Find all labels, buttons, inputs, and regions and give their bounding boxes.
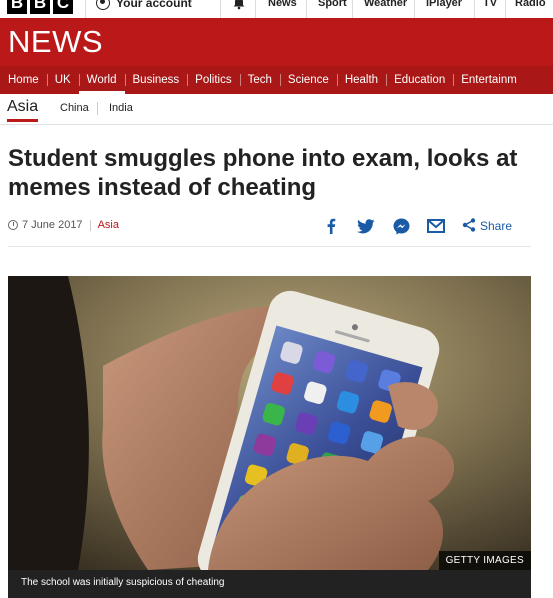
- share-button[interactable]: Share: [462, 217, 513, 235]
- messenger-icon[interactable]: [390, 215, 412, 237]
- subnav-divider: [97, 102, 98, 115]
- image-credit: GETTY IMAGES: [438, 551, 531, 570]
- meta-divider-line: [8, 246, 531, 247]
- article-headline: Student smuggles phone into exam, looks …: [8, 145, 518, 201]
- subnav-current-asia[interactable]: Asia: [7, 98, 39, 122]
- top-nav-weather[interactable]: Weather: [364, 0, 407, 9]
- top-divider: [306, 0, 307, 18]
- article-image: GETTY IMAGES: [8, 276, 531, 570]
- top-nav-radio[interactable]: Radio: [515, 0, 546, 9]
- top-divider: [85, 0, 86, 18]
- news-banner: NEWS: [0, 18, 553, 66]
- nav-item-science[interactable]: Science: [279, 66, 337, 94]
- share-tools: Share: [320, 215, 512, 237]
- top-divider: [505, 0, 506, 18]
- top-nav-tv[interactable]: TV: [483, 0, 497, 9]
- twitter-icon[interactable]: [355, 215, 377, 237]
- top-divider: [220, 0, 221, 18]
- nav-item-business[interactable]: Business: [124, 66, 188, 94]
- phone-in-hand-photo: [8, 276, 531, 570]
- nav-item-entertainment[interactable]: Entertainm: [453, 66, 525, 94]
- notification-bell-icon[interactable]: [232, 0, 246, 13]
- email-icon[interactable]: [425, 215, 447, 237]
- nav-item-world[interactable]: World: [78, 66, 125, 94]
- image-caption: The school was initially suspicious of c…: [21, 577, 225, 588]
- top-divider: [414, 0, 415, 18]
- share-label: Share: [480, 219, 513, 233]
- top-nav-iplayer[interactable]: iPlayer: [426, 0, 462, 9]
- article-section-link[interactable]: Asia: [98, 219, 119, 231]
- top-nav-news[interactable]: News: [268, 0, 297, 9]
- facebook-icon[interactable]: [320, 215, 342, 237]
- masthead-top-bar: B B C Your account News Sport Weather iP…: [0, 0, 553, 19]
- nav-item-education[interactable]: Education: [386, 66, 453, 94]
- account-link[interactable]: Your account: [96, 0, 192, 10]
- top-divider: [255, 0, 256, 18]
- bbc-logo[interactable]: B B C: [7, 0, 73, 14]
- article-meta: 7 June 2017 Asia: [8, 219, 119, 231]
- meta-divider: [89, 219, 91, 231]
- caption-bar: The school was initially suspicious of c…: [8, 570, 531, 598]
- clock-icon: [8, 220, 18, 230]
- sub-nav: Asia China India: [0, 94, 553, 125]
- account-label: Your account: [116, 0, 192, 10]
- subnav-item-china[interactable]: China: [60, 102, 89, 114]
- top-divider: [474, 0, 475, 18]
- share-icon: [462, 217, 476, 235]
- logo-letter: B: [7, 0, 27, 14]
- nav-item-health[interactable]: Health: [336, 66, 386, 94]
- section-nav: Home UK World Business Politics Tech Sci…: [0, 66, 553, 94]
- logo-letter: B: [30, 0, 50, 14]
- nav-item-tech[interactable]: Tech: [239, 66, 280, 94]
- nav-item-home[interactable]: Home: [0, 66, 47, 94]
- user-icon: [96, 0, 110, 10]
- news-logo[interactable]: NEWS: [8, 24, 103, 60]
- top-divider: [352, 0, 353, 18]
- article-date: 7 June 2017: [22, 219, 83, 231]
- subnav-item-india[interactable]: India: [109, 102, 133, 114]
- nav-item-uk[interactable]: UK: [46, 66, 79, 94]
- top-nav-sport[interactable]: Sport: [318, 0, 347, 9]
- nav-item-politics[interactable]: Politics: [187, 66, 239, 94]
- logo-letter: C: [53, 0, 73, 14]
